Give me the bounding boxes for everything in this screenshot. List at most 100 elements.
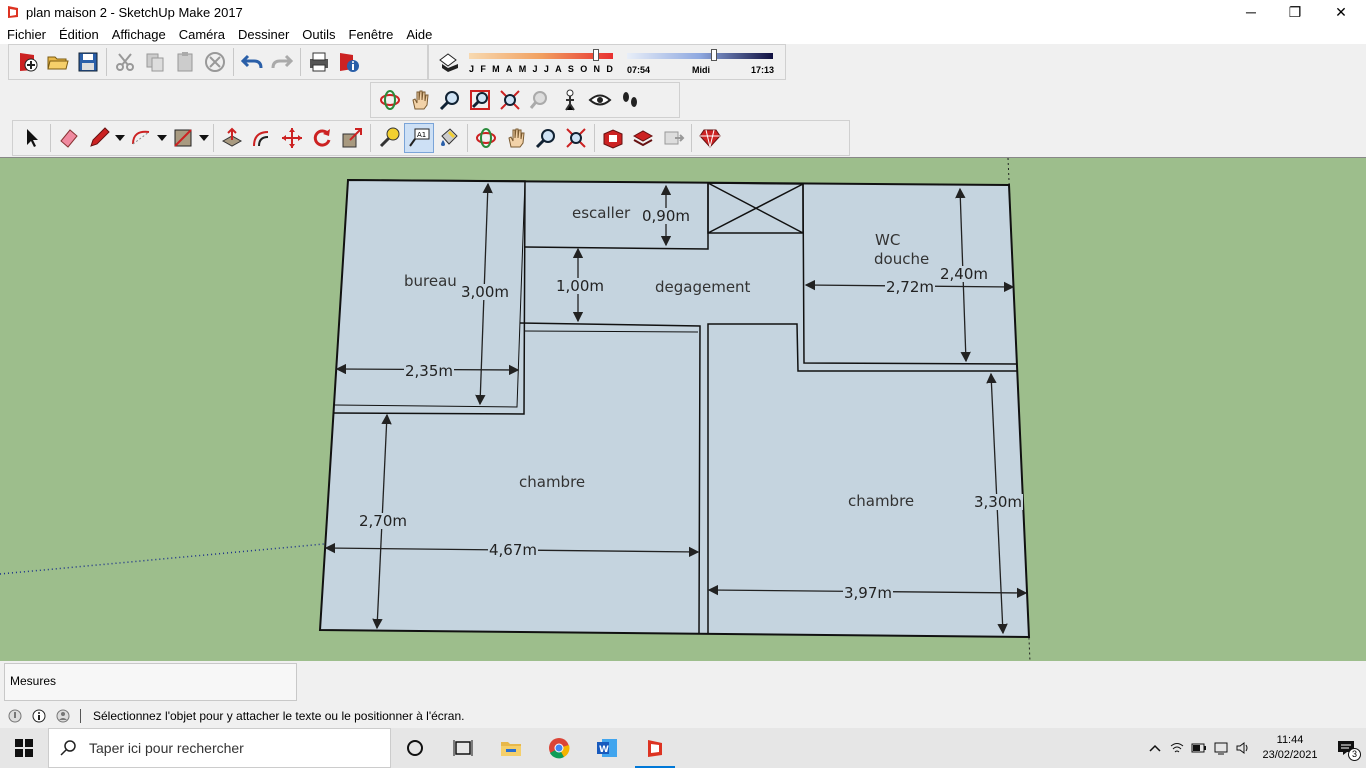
volume-icon[interactable]: [1232, 728, 1254, 768]
pan-button[interactable]: [405, 85, 435, 115]
cortana-button[interactable]: [391, 728, 439, 768]
chevron-down-icon: [199, 135, 209, 141]
menu-edition[interactable]: Édition: [59, 27, 99, 42]
arc-button[interactable]: [126, 123, 156, 153]
zoom-tool-button[interactable]: [531, 123, 561, 153]
minimize-button[interactable]: ─: [1228, 0, 1274, 24]
copy-button[interactable]: [140, 47, 170, 77]
dimension-text[interactable]: 2,35m: [404, 363, 455, 379]
previous-view-button[interactable]: [525, 85, 555, 115]
look-around-button[interactable]: [585, 85, 615, 115]
text-button[interactable]: A1: [404, 123, 434, 153]
push-pull-button[interactable]: [217, 123, 247, 153]
line-dropdown[interactable]: [114, 123, 126, 153]
room-label-escaller[interactable]: escaller: [572, 204, 630, 222]
rectangle-button[interactable]: [168, 123, 198, 153]
rectangle-dropdown[interactable]: [198, 123, 210, 153]
share-component-button[interactable]: [658, 123, 688, 153]
word-button[interactable]: W: [583, 728, 631, 768]
file-explorer-button[interactable]: [487, 728, 535, 768]
pan-tool-button[interactable]: [501, 123, 531, 153]
warehouse-button[interactable]: [598, 123, 628, 153]
zoom-extents-tool-button[interactable]: [561, 123, 591, 153]
menu-affichage[interactable]: Affichage: [112, 27, 166, 42]
time-slider-thumb[interactable]: [711, 49, 717, 61]
room-label-douche[interactable]: douche: [874, 250, 929, 268]
paste-button[interactable]: [170, 47, 200, 77]
task-view-button[interactable]: [439, 728, 487, 768]
dimension-text[interactable]: 2,40m: [939, 266, 990, 282]
folder-icon: [501, 742, 521, 756]
select-button[interactable]: [17, 123, 47, 153]
clock[interactable]: 11:44 23/02/2021: [1254, 733, 1326, 763]
menu-aide[interactable]: Aide: [406, 27, 432, 42]
menu-camera[interactable]: Caméra: [179, 27, 225, 42]
tape-measure-button[interactable]: [374, 123, 404, 153]
dimension-text[interactable]: 0,90m: [641, 208, 692, 224]
scale-button[interactable]: [337, 123, 367, 153]
zoom-window-button[interactable]: [465, 85, 495, 115]
position-camera-button[interactable]: [555, 85, 585, 115]
move-button[interactable]: [277, 123, 307, 153]
time-slider[interactable]: 07:54 Midi 17:13: [627, 47, 777, 77]
dimension-text[interactable]: 3,97m: [843, 585, 894, 601]
new-file-button[interactable]: [13, 47, 43, 77]
orbit-tool-button[interactable]: [471, 123, 501, 153]
dimension-text[interactable]: 1,00m: [555, 278, 606, 294]
share-model-button[interactable]: [628, 123, 658, 153]
menu-fenetre[interactable]: Fenêtre: [349, 27, 394, 42]
menu-fichier[interactable]: Fichier: [7, 27, 46, 42]
wifi-icon[interactable]: [1166, 728, 1188, 768]
menu-dessiner[interactable]: Dessiner: [238, 27, 289, 42]
orbit-button[interactable]: [375, 85, 405, 115]
zoom-extents-button[interactable]: [495, 85, 525, 115]
save-button[interactable]: [73, 47, 103, 77]
walk-button[interactable]: [615, 85, 645, 115]
close-button[interactable]: ✕: [1318, 0, 1364, 24]
dimension-text[interactable]: 2,72m: [885, 279, 936, 295]
print-button[interactable]: [304, 47, 334, 77]
dimension-text[interactable]: 2,70m: [358, 513, 409, 529]
show-hidden-icons-button[interactable]: [1144, 728, 1166, 768]
chrome-button[interactable]: [535, 728, 583, 768]
offset-button[interactable]: [247, 123, 277, 153]
dimension-text[interactable]: 3,00m: [460, 284, 511, 300]
start-button[interactable]: [0, 728, 48, 768]
zoom-button[interactable]: [435, 85, 465, 115]
paint-bucket-button[interactable]: [434, 123, 464, 153]
arc-dropdown[interactable]: [156, 123, 168, 153]
network-icon[interactable]: [1210, 728, 1232, 768]
room-label-wc[interactable]: WC: [875, 231, 900, 249]
account-icon[interactable]: [54, 707, 72, 725]
month-slider-thumb[interactable]: [593, 49, 599, 61]
extension-warehouse-button[interactable]: [695, 123, 725, 153]
dimension-text[interactable]: 4,67m: [488, 542, 539, 558]
push-pull-icon: [221, 127, 243, 147]
maximize-button[interactable]: ❐: [1272, 0, 1318, 24]
room-label-chambre-right[interactable]: chambre: [848, 492, 914, 510]
room-label-chambre-left[interactable]: chambre: [519, 473, 585, 491]
geo-location-icon[interactable]: [6, 707, 24, 725]
sketchup-taskbar-button[interactable]: [631, 728, 679, 768]
rotate-button[interactable]: [307, 123, 337, 153]
erase-button[interactable]: [200, 47, 230, 77]
month-slider[interactable]: J F M A M J J A S O N D: [467, 47, 617, 77]
open-file-button[interactable]: [43, 47, 73, 77]
dimension-text[interactable]: 3,30m: [973, 494, 1024, 510]
menu-outils[interactable]: Outils: [302, 27, 335, 42]
instructor-info-icon[interactable]: [30, 707, 48, 725]
room-label-bureau[interactable]: bureau: [404, 272, 457, 290]
eraser-button[interactable]: [54, 123, 84, 153]
undo-button[interactable]: [237, 47, 267, 77]
taskbar-search[interactable]: Taper ici pour rechercher: [48, 728, 391, 768]
model-info-button[interactable]: [334, 47, 364, 77]
battery-icon[interactable]: [1188, 728, 1210, 768]
show-shadows-button[interactable]: [433, 47, 463, 77]
action-center-button[interactable]: 3: [1326, 728, 1366, 768]
redo-button[interactable]: [267, 47, 297, 77]
room-label-degagement[interactable]: degagement: [655, 278, 750, 296]
line-button[interactable]: [84, 123, 114, 153]
model-viewport[interactable]: escaller bureau degagement WC douche cha…: [0, 157, 1366, 661]
time-start-label: 07:54: [627, 65, 651, 75]
cut-button[interactable]: [110, 47, 140, 77]
